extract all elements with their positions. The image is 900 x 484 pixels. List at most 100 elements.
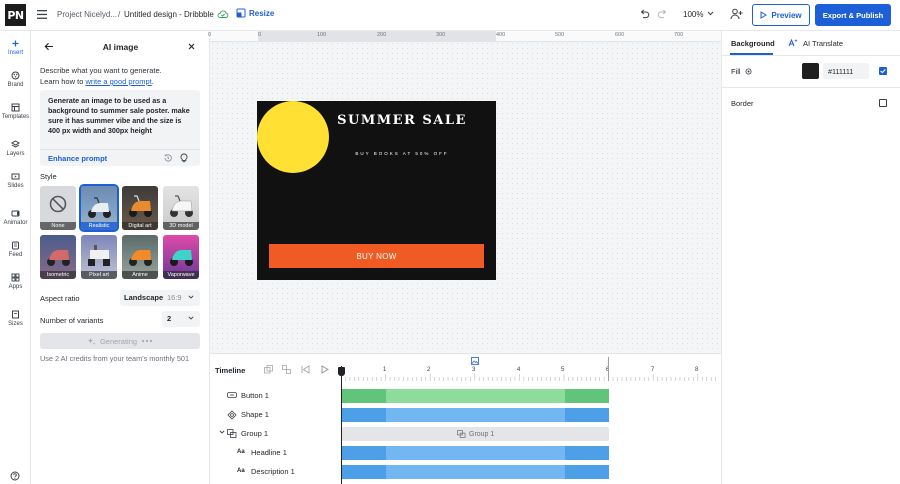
fill-settings-icon[interactable]	[745, 68, 752, 75]
track-in-segment[interactable]	[342, 446, 386, 460]
nav-layers[interactable]: Layers	[0, 140, 31, 157]
poster-description[interactable]: BUY BOOKS AT 50% OFF	[327, 151, 477, 156]
nav-apps[interactable]: Apps	[0, 273, 31, 290]
enhance-prompt-button[interactable]: Enhance prompt	[48, 154, 107, 163]
redo-icon[interactable]	[657, 9, 668, 19]
play-icon[interactable]	[320, 365, 329, 374]
app-logo[interactable]: PN	[5, 4, 26, 26]
track-in-segment[interactable]	[342, 389, 386, 403]
menu-icon[interactable]	[37, 10, 47, 19]
variants-select[interactable]: 2	[162, 311, 200, 327]
undo-icon[interactable]	[639, 9, 650, 19]
style-anime[interactable]: Anime	[122, 235, 158, 279]
layer-description-1[interactable]: Aa Description 1	[210, 462, 341, 481]
timeline-tick: 4	[517, 367, 521, 373]
breadcrumb-project[interactable]: Project Nicelyd...	[57, 10, 117, 19]
group-icon	[457, 430, 466, 438]
nav-brand[interactable]: Brand	[0, 71, 31, 88]
layer-button-1[interactable]: Button 1	[210, 386, 341, 405]
group-track-name: Group 1	[469, 430, 495, 438]
fill-label: Fill	[731, 67, 741, 76]
prompt-text[interactable]: Generate an image to be used as a backgr…	[48, 96, 194, 136]
aspect-ratio-select[interactable]: Landscape 16:9	[120, 290, 200, 306]
chevron-down-icon	[188, 316, 194, 320]
layer-name: Button 1	[241, 391, 269, 400]
generate-button[interactable]: Generating	[40, 333, 200, 349]
preview-button[interactable]: Preview	[752, 4, 810, 26]
duplicate-icon[interactable]	[264, 365, 273, 374]
track-in-segment[interactable]	[342, 408, 386, 422]
style-none[interactable]: None	[40, 186, 76, 230]
timeline-tick: 8	[695, 367, 699, 373]
zoom-level[interactable]: 100%	[683, 10, 703, 19]
track-out-segment[interactable]	[565, 465, 609, 479]
style-realistic[interactable]: Realistic	[79, 184, 119, 232]
style-pixel-art[interactable]: Pixel art	[81, 235, 117, 279]
fill-checkbox[interactable]	[879, 67, 887, 75]
chevron-down-icon[interactable]	[707, 11, 714, 16]
lightbulb-icon[interactable]	[179, 153, 189, 163]
track-description-1[interactable]	[342, 465, 609, 479]
nav-templates[interactable]: Templates	[0, 103, 31, 120]
sun-shape[interactable]	[257, 101, 329, 173]
layer-name: Group 1	[241, 429, 269, 438]
track-shape-1[interactable]	[342, 408, 609, 422]
style-caption: Vaporwave	[163, 271, 199, 279]
track-headline-1[interactable]	[342, 446, 609, 460]
playhead-handle[interactable]	[338, 367, 345, 376]
border-checkbox[interactable]	[879, 99, 887, 107]
track-out-segment[interactable]	[565, 446, 609, 460]
play-icon	[760, 11, 768, 19]
poster-buy-button[interactable]: BUY NOW	[269, 244, 484, 268]
style-isometric[interactable]: Isometric	[40, 235, 76, 279]
track-button-1[interactable]	[342, 389, 609, 403]
layer-headline-1[interactable]: Aa Headline 1	[210, 443, 341, 462]
fill-hex-input[interactable]: #111111	[823, 63, 869, 79]
nav-insert[interactable]: Insert	[0, 36, 31, 61]
add-user-icon[interactable]	[730, 8, 743, 20]
split-icon[interactable]	[282, 365, 291, 374]
nav-sizes[interactable]: Sizes	[0, 310, 31, 327]
resize-icon	[236, 8, 246, 18]
ruler-tick: 400	[496, 32, 506, 38]
tab-background[interactable]: Background	[731, 39, 775, 48]
track-out-segment[interactable]	[565, 408, 609, 422]
timeline-tick: 5	[561, 367, 565, 373]
layer-group-1[interactable]: Group 1	[210, 424, 341, 443]
style-digital-art[interactable]: Digital art	[122, 186, 158, 230]
close-icon[interactable]	[188, 43, 195, 50]
tab-ai-translate[interactable]: AI Translate	[803, 39, 843, 48]
style-3d-model[interactable]: 3D model	[163, 186, 199, 230]
layer-name: Headline 1	[251, 448, 287, 457]
resize-label: Resize	[249, 8, 275, 18]
history-icon[interactable]	[163, 153, 173, 163]
style-caption: Digital art	[122, 222, 158, 230]
timeline-end-marker[interactable]	[608, 357, 609, 381]
fill-color-swatch[interactable]	[802, 63, 819, 79]
style-vaporwave[interactable]: Vaporwave	[163, 235, 199, 279]
nav-feed[interactable]: Feed	[0, 241, 31, 258]
track-group-1[interactable]: Group 1	[342, 427, 609, 441]
prompt-guide-link[interactable]: write a good prompt	[85, 77, 151, 86]
timeline-ruler-ticks	[341, 374, 716, 381]
help-icon[interactable]	[10, 471, 20, 481]
resize-button[interactable]: Resize	[236, 8, 274, 18]
export-publish-button[interactable]: Export & Publish	[815, 4, 891, 26]
layer-shape-1[interactable]: Shape 1	[210, 405, 341, 424]
style-caption: 3D model	[163, 222, 199, 230]
nav-slides[interactable]: Slides	[0, 172, 31, 189]
track-in-segment[interactable]	[342, 465, 386, 479]
timeline-ruler[interactable]: 1 2 3 4 5 6 7 8	[341, 364, 721, 381]
chevron-down-icon[interactable]	[219, 430, 225, 434]
group-icon	[227, 429, 237, 438]
nav-label: Layers	[6, 151, 25, 157]
poster-canvas[interactable]: SUMMER SALE BUY BOOKS AT 50% OFF BUY NOW	[257, 101, 496, 280]
track-out-segment[interactable]	[565, 389, 609, 403]
feed-icon	[12, 241, 19, 250]
skip-back-icon[interactable]	[301, 365, 310, 374]
poster-headline[interactable]: SUMMER SALE	[327, 112, 477, 129]
ai-image-panel: AI image Describe what you want to gener…	[31, 31, 210, 484]
playhead-line[interactable]	[341, 366, 342, 484]
nav-animator[interactable]: Animator	[0, 209, 31, 226]
design-title[interactable]: Untitled design - Dribbble	[124, 10, 214, 19]
